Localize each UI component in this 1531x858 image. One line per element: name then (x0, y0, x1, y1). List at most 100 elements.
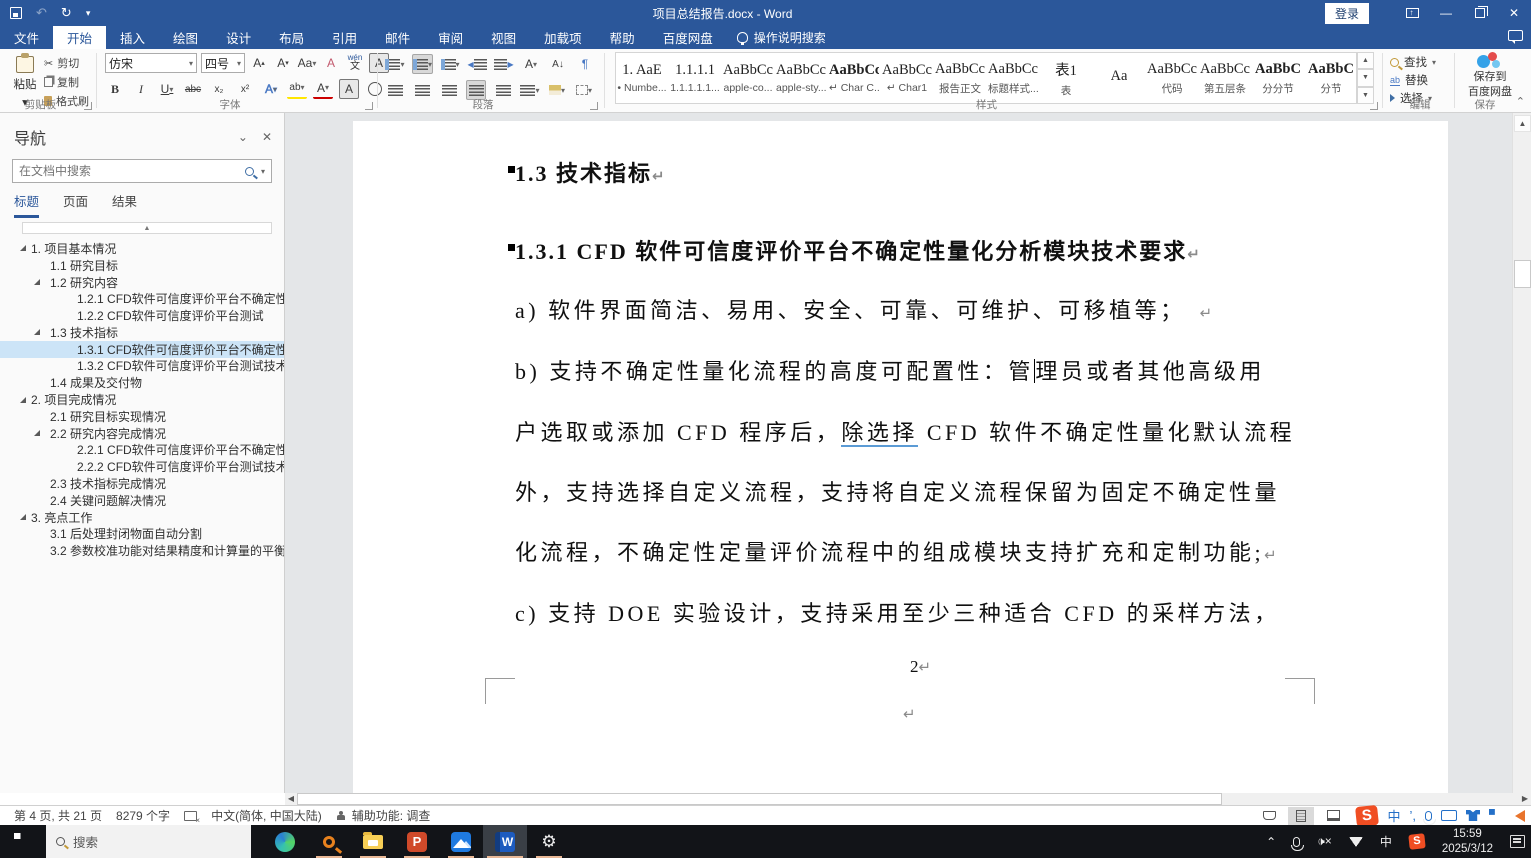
ribbon-tab[interactable]: 布局 (265, 26, 318, 49)
tray-input-language[interactable]: 中 (1380, 833, 1392, 850)
replace-button[interactable]: ab替换 (1390, 72, 1436, 88)
show-hide-marks-button[interactable]: ¶ (575, 54, 595, 74)
text-effects-button[interactable]: A▾ (261, 79, 281, 99)
taskbar-clock[interactable]: 15:59 2025/3/12 (1442, 827, 1493, 857)
ribbon-tab[interactable]: 帮助 (596, 26, 649, 49)
punctuation-toggle[interactable]: ’, (1410, 808, 1417, 823)
tray-sogou-icon[interactable]: S (1408, 833, 1425, 850)
font-dialog-launcher[interactable] (365, 102, 373, 110)
qat-customize-icon[interactable]: ▾ (86, 8, 91, 19)
font-size-combo[interactable]: 四号▾ (201, 53, 245, 73)
subscript-button[interactable]: x₂ (209, 79, 229, 99)
nav-heading-item[interactable]: 1.3.2 CFD软件可信度评价平台测试技术要求 (0, 358, 284, 375)
nav-tab[interactable]: 结果 (112, 191, 137, 218)
save-icon[interactable] (10, 7, 22, 19)
print-layout-button[interactable] (1288, 807, 1314, 825)
nav-heading-item[interactable]: 1.3.1 CFD软件可信度评价平台不确定性量化... (0, 341, 284, 358)
tray-wifi-icon[interactable] (1349, 837, 1363, 847)
asian-layout-button[interactable]: A▾ (521, 54, 541, 74)
expand-arrow-icon[interactable] (34, 279, 40, 285)
italic-button[interactable]: I (131, 79, 151, 99)
numbering-button[interactable]: ▾ (412, 54, 433, 74)
clipboard-dialog-launcher[interactable] (84, 102, 92, 110)
tray-chevron-up-icon[interactable]: ⌃ (1266, 835, 1276, 849)
character-shading-button[interactable]: A (339, 79, 359, 99)
font-color-button[interactable]: A▾ (313, 79, 333, 99)
input-language-toggle[interactable]: 中 (1387, 806, 1400, 825)
style-item[interactable]: AaBbCcDc 第五层条 (1199, 53, 1252, 103)
style-item[interactable]: Aa (1093, 53, 1146, 103)
scroll-left-button[interactable]: ◀ (285, 793, 297, 805)
bullets-button[interactable]: ▾ (385, 54, 405, 74)
expand-arrow-icon[interactable] (20, 514, 26, 520)
highlight-button[interactable]: ab▾ (287, 79, 307, 99)
expand-arrow-icon[interactable] (20, 397, 26, 403)
style-item[interactable]: 1. AaE • Numbe... (616, 53, 669, 103)
nav-heading-item[interactable]: 1.1 研究目标 (0, 257, 284, 274)
ribbon-tab[interactable]: 审阅 (424, 26, 477, 49)
web-layout-button[interactable] (1320, 807, 1346, 825)
strikethrough-button[interactable]: abc (183, 79, 203, 99)
nav-search-icon[interactable] (245, 167, 254, 176)
style-item[interactable]: AaBbCc 报告正文 (934, 53, 987, 103)
styles-scroll-up-button[interactable]: ▲ (1357, 52, 1374, 69)
nav-scroll-previous-bar[interactable]: ▲ (22, 222, 272, 234)
style-item[interactable]: AaBbC 分节 (1305, 53, 1357, 103)
copy-button[interactable]: 复制 (44, 74, 89, 90)
nav-heading-item[interactable]: 3.2 参数校准功能对结果精度和计算量的平衡 (0, 542, 284, 559)
style-item[interactable]: 表1 表 (1040, 53, 1093, 103)
bold-button[interactable]: B (105, 79, 125, 99)
nav-heading-item[interactable]: 2.2.2 CFD软件可信度评价平台测试技术要求 (0, 458, 284, 475)
restore-button[interactable] (1463, 0, 1497, 26)
clear-formatting-button[interactable]: A (321, 53, 341, 73)
skin-icon[interactable] (1466, 810, 1480, 821)
paragraph-dialog-launcher[interactable] (590, 102, 598, 110)
sort-button[interactable]: A↓ (548, 54, 568, 74)
action-center-icon[interactable] (1510, 835, 1525, 848)
ribbon-tab[interactable]: 插入 (106, 26, 159, 49)
word-count[interactable]: 8279 个字 (116, 807, 170, 824)
tray-microphone-icon[interactable] (1293, 837, 1300, 847)
nav-search-dropdown-icon[interactable]: ▾ (261, 167, 265, 176)
expand-arrow-icon[interactable] (20, 245, 26, 251)
nav-heading-item[interactable]: 2.2.1 CFD软件可信度评价平台不确定性量化... (0, 442, 284, 459)
taskbar-search-app-button[interactable] (307, 825, 351, 858)
nav-heading-item[interactable]: 2.3 技术指标完成情况 (0, 475, 284, 492)
soft-keyboard-icon[interactable] (1441, 810, 1457, 821)
cut-button[interactable]: ✂剪切 (44, 55, 89, 71)
nav-heading-item[interactable]: 2. 项目完成情况 (0, 391, 284, 408)
proofing-status-icon[interactable] (184, 811, 197, 821)
start-button[interactable] (0, 825, 46, 858)
expand-arrow-icon[interactable] (34, 329, 40, 335)
styles-scroll-down-button[interactable]: ▼ (1357, 69, 1374, 86)
nav-heading-item[interactable]: 1.2 研究内容 (0, 274, 284, 291)
styles-dialog-launcher[interactable] (1370, 102, 1378, 110)
nav-close-icon[interactable]: ✕ (262, 130, 272, 144)
notification-horn-icon[interactable] (1515, 810, 1525, 822)
ribbon-tab[interactable]: 引用 (318, 26, 371, 49)
nav-search-box[interactable]: ▾ (12, 159, 272, 183)
style-item[interactable]: AaBbCc ↵ Char1 (881, 53, 934, 103)
horizontal-scroll-thumb[interactable] (297, 793, 1222, 805)
nav-heading-item[interactable]: 1.2.1 CFD软件可信度评价平台不确定性量化... (0, 290, 284, 307)
nav-search-input[interactable] (19, 164, 245, 178)
taskbar-word-button[interactable]: W (483, 825, 527, 858)
change-case-button[interactable]: Aa▾ (297, 53, 317, 73)
sogou-logo-icon[interactable]: S (1355, 804, 1379, 826)
expand-arrow-icon[interactable] (34, 430, 40, 436)
nav-heading-item[interactable]: 1. 项目基本情况 (0, 240, 284, 257)
document-page[interactable]: 1.3 技术指标↵ 1.3.1 CFD 软件可信度评价平台不确定性量化分析模块技… (353, 121, 1448, 793)
increase-indent-button[interactable]: ▶ (494, 54, 514, 74)
nav-options-chevron-icon[interactable]: ⌄ (238, 130, 248, 144)
undo-icon[interactable]: ↶ (36, 5, 47, 21)
close-button[interactable]: ✕ (1497, 0, 1531, 26)
ribbon-tab[interactable]: 百度网盘 (649, 26, 727, 49)
nav-tab[interactable]: 页面 (63, 191, 88, 218)
taskbar-search-box[interactable]: 搜索 (46, 825, 251, 858)
style-item[interactable]: AaBbCc apple-co... (722, 53, 775, 103)
style-item[interactable]: AaBbCcDc 代码 (1146, 53, 1199, 103)
ribbon-tab[interactable]: 邮件 (371, 26, 424, 49)
collapse-ribbon-button[interactable]: ⌃ (1516, 95, 1525, 108)
nav-heading-item[interactable]: 1.2.2 CFD软件可信度评价平台测试 (0, 307, 284, 324)
superscript-button[interactable]: x² (235, 79, 255, 99)
